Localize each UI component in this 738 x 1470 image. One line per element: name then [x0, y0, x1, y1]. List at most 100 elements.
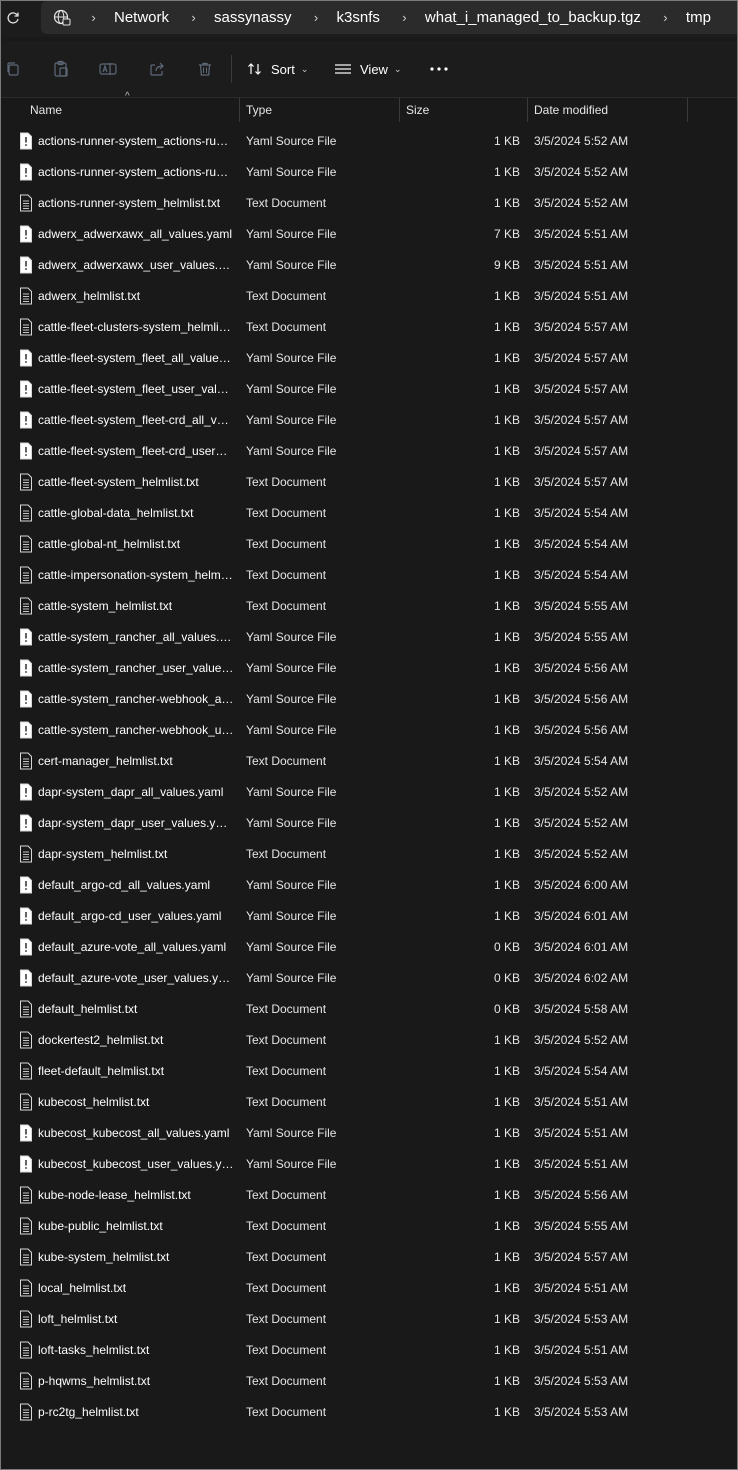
file-row[interactable]: kube-public_helmlist.txt Text Document 1 K… [1, 1211, 737, 1242]
column-divider[interactable] [687, 98, 688, 122]
yaml-file-icon [19, 690, 33, 708]
breadcrumb-item-archive[interactable]: what_i_managed_to_backup.tgz [425, 9, 641, 26]
text-file-icon [19, 535, 33, 553]
column-header-type[interactable]: Type [246, 98, 272, 122]
file-row[interactable]: p-rc2tg_helmlist.txt Text Document 1 KB 3/5… [1, 1397, 737, 1428]
file-row[interactable]: actions-runner-system_actions-runner-con… [1, 157, 737, 188]
column-header-date-modified[interactable]: Date modified [534, 98, 608, 122]
refresh-icon[interactable] [3, 8, 23, 28]
file-row[interactable]: loft-tasks_helmlist.txt Text Document 1 KB… [1, 1335, 737, 1366]
file-row[interactable]: cattle-fleet-system_fleet_all_values.yam… [1, 343, 737, 374]
breadcrumb: › Network › sassynassy › k3snfs › what_i… [87, 1, 711, 34]
file-row[interactable]: cattle-fleet-system_fleet-crd_all_values… [1, 405, 737, 436]
file-type: Text Document [246, 754, 327, 768]
file-row[interactable]: default_helmlist.txt Text Document 0 KB 3/5… [1, 994, 737, 1025]
breadcrumb-item-k3snfs[interactable]: k3snfs [337, 9, 380, 26]
file-row[interactable]: kubecost_kubecost_user_values.yaml Yaml S… [1, 1149, 737, 1180]
breadcrumb-item-sassynassy[interactable]: sassynassy [214, 9, 292, 26]
file-row[interactable]: p-hqwms_helmlist.txt Text Document 1 KB 3/5… [1, 1366, 737, 1397]
file-name: default_azure-vote_all_values.yaml [38, 940, 227, 954]
chevron-right-icon[interactable]: › [310, 10, 323, 25]
file-row[interactable]: cattle-system_rancher-webhook_all_values… [1, 684, 737, 715]
view-button[interactable]: View ⌄ [334, 57, 402, 81]
file-row[interactable]: fleet-default_helmlist.txt Text Document 1… [1, 1056, 737, 1087]
file-row[interactable]: kube-system_helmlist.txt Text Document 1 K… [1, 1242, 737, 1273]
file-row[interactable]: cattle-fleet-system_fleet_user_values.ya… [1, 374, 737, 405]
file-row[interactable]: cattle-system_rancher_user_values.yaml Ya… [1, 653, 737, 684]
chevron-right-icon[interactable]: › [659, 10, 672, 25]
file-type: Yaml Source File [246, 134, 337, 148]
file-row[interactable]: kube-node-lease_helmlist.txt Text Documen… [1, 1180, 737, 1211]
file-name: cattle-system_rancher_user_values.yaml [38, 661, 234, 675]
address-row: › Network › sassynassy › k3snfs › what_i… [1, 1, 737, 37]
file-row[interactable]: adwerx_adwerxawx_all_values.yaml Yaml Sou… [1, 219, 737, 250]
file-row[interactable]: dapr-system_dapr_user_values.yaml Yaml So… [1, 808, 737, 839]
more-options-icon[interactable] [429, 59, 449, 79]
file-row[interactable]: default_argo-cd_user_values.yaml Yaml Sou… [1, 901, 737, 932]
column-divider[interactable] [239, 98, 240, 122]
file-date-modified: 3/5/2024 5:53 AM [534, 1405, 629, 1419]
file-row[interactable]: cattle-system_rancher_all_values.yaml Yam… [1, 622, 737, 653]
file-name: local_helmlist.txt [38, 1281, 127, 1295]
file-size: 1 KB [493, 444, 520, 458]
file-name: adwerx_helmlist.txt [38, 289, 141, 303]
file-row[interactable]: cattle-impersonation-system_helmlist.txt… [1, 560, 737, 591]
file-row[interactable]: actions-runner-system_helmlist.txt Text D… [1, 188, 737, 219]
breadcrumb-item-tmp[interactable]: tmp [686, 9, 711, 26]
file-date-modified: 3/5/2024 5:52 AM [534, 134, 629, 148]
file-row[interactable]: cattle-global-data_helmlist.txt Text Docu… [1, 498, 737, 529]
address-bar[interactable]: › Network › sassynassy › k3snfs › what_i… [41, 1, 737, 34]
file-row[interactable]: cattle-fleet-clusters-system_helmlist.tx… [1, 312, 737, 343]
file-date-modified: 3/5/2024 5:51 AM [534, 1343, 629, 1357]
file-row[interactable]: adwerx_helmlist.txt Text Document 1 KB 3/5/… [1, 281, 737, 312]
file-row[interactable]: cattle-fleet-system_helmlist.txt Text Doc… [1, 467, 737, 498]
chevron-right-icon[interactable]: › [187, 10, 200, 25]
column-header-size[interactable]: Size [406, 98, 429, 122]
chevron-right-icon[interactable]: › [398, 10, 411, 25]
copy-icon[interactable] [3, 59, 23, 79]
file-row[interactable]: cert-manager_helmlist.txt Text Document 1 … [1, 746, 737, 777]
breadcrumb-item-network[interactable]: Network [114, 9, 169, 26]
file-row[interactable]: kubecost_helmlist.txt Text Document 1 KB 3/… [1, 1087, 737, 1118]
file-row[interactable]: dapr-system_dapr_all_values.yaml Yaml Sou… [1, 777, 737, 808]
file-row[interactable]: dapr-system_helmlist.txt Text Document 1 K… [1, 839, 737, 870]
chevron-right-icon[interactable]: › [87, 10, 100, 25]
file-size: 1 KB [493, 1064, 520, 1078]
share-icon[interactable] [147, 59, 167, 79]
file-name: cattle-fleet-system_fleet_all_values.yam… [38, 351, 234, 365]
file-name: dapr-system_dapr_all_values.yaml [38, 785, 224, 799]
sort-ascending-icon: ^ [125, 91, 130, 102]
column-divider[interactable] [527, 98, 528, 122]
file-type: Yaml Source File [246, 909, 337, 923]
rename-icon[interactable] [98, 59, 118, 79]
file-date-modified: 3/5/2024 5:54 AM [534, 1064, 629, 1078]
column-header-name[interactable]: Name [30, 98, 62, 122]
file-row[interactable]: adwerx_adwerxawx_user_values.yaml Yaml So… [1, 250, 737, 281]
file-type: Yaml Source File [246, 227, 337, 241]
file-size: 1 KB [493, 506, 520, 520]
file-size: 1 KB [493, 1126, 520, 1140]
column-divider[interactable] [399, 98, 400, 122]
file-type: Text Document [246, 1219, 327, 1233]
toolbar-divider [231, 55, 232, 83]
file-row[interactable]: local_helmlist.txt Text Document 1 KB 3/5/2… [1, 1273, 737, 1304]
file-row[interactable]: cattle-fleet-system_fleet-crd_user_value… [1, 436, 737, 467]
file-row[interactable]: cattle-system_rancher-webhook_user_value… [1, 715, 737, 746]
file-row[interactable]: actions-runner-system_actions-runner-con… [1, 126, 737, 157]
file-name: fleet-default_helmlist.txt [38, 1064, 165, 1078]
file-row[interactable]: default_argo-cd_all_values.yaml Yaml Sour… [1, 870, 737, 901]
text-file-icon [19, 566, 33, 584]
file-row[interactable]: cattle-system_helmlist.txt Text Document 1… [1, 591, 737, 622]
file-name: dapr-system_dapr_user_values.yaml [38, 816, 234, 830]
file-row[interactable]: dockertest2_helmlist.txt Text Document 1 K… [1, 1025, 737, 1056]
delete-icon[interactable] [195, 59, 215, 79]
column-headers: ^ Name Type Size Date modified [1, 91, 737, 122]
file-row[interactable]: kubecost_kubecost_all_values.yaml Yaml So… [1, 1118, 737, 1149]
file-row[interactable]: default_azure-vote_user_values.yaml Yaml … [1, 963, 737, 994]
file-name: actions-runner-system_actions-runner-con… [38, 165, 234, 179]
paste-icon[interactable] [51, 59, 71, 79]
sort-button[interactable]: Sort ⌄ [247, 57, 308, 81]
file-row[interactable]: default_azure-vote_all_values.yaml Yaml S… [1, 932, 737, 963]
file-row[interactable]: loft_helmlist.txt Text Document 1 KB 3/5/20… [1, 1304, 737, 1335]
file-row[interactable]: cattle-global-nt_helmlist.txt Text Docume… [1, 529, 737, 560]
